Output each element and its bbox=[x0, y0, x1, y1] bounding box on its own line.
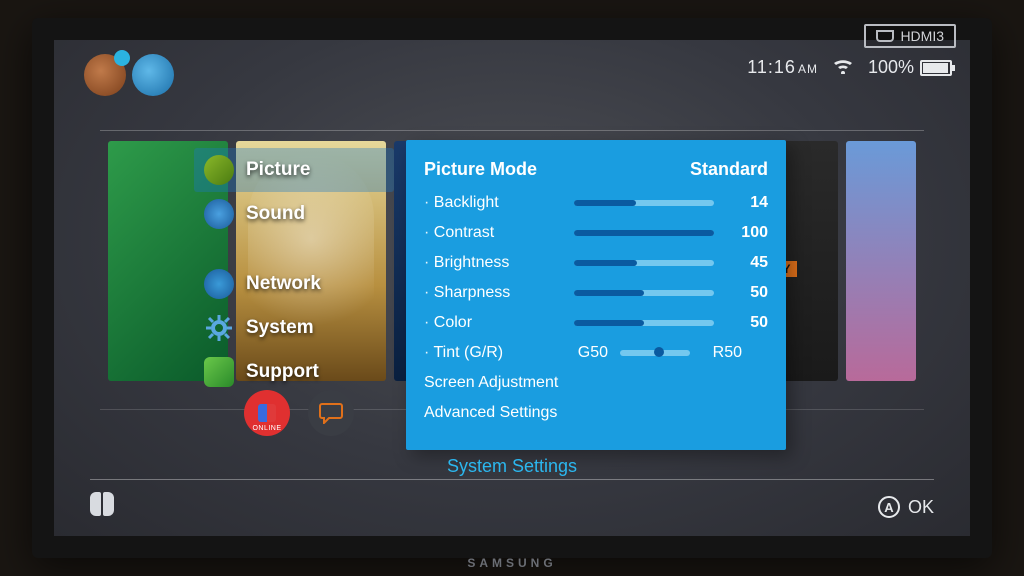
slider-row-color[interactable]: Color 50 bbox=[424, 308, 768, 338]
clock: 11:16AM bbox=[747, 57, 818, 78]
sidebar-item-label: Support bbox=[246, 361, 319, 383]
home-topbar: 11:16AM 100% bbox=[54, 54, 970, 102]
sidebar-item-picture[interactable]: Picture bbox=[194, 148, 394, 192]
slider-backlight[interactable] bbox=[574, 200, 714, 206]
hdmi-plug-icon bbox=[876, 30, 894, 42]
support-icon bbox=[204, 357, 234, 387]
sidebar-item-network[interactable]: Network bbox=[194, 262, 394, 306]
battery-indicator: 100% bbox=[868, 57, 952, 78]
tv-brand-label: SAMSUNG bbox=[467, 556, 556, 570]
wifi-icon bbox=[832, 56, 854, 79]
picture-mode-value: Standard bbox=[690, 159, 768, 180]
tv-menu-sidebar: Picture Sound Network System Support bbox=[194, 148, 394, 394]
slider-tint[interactable] bbox=[620, 350, 690, 356]
link-screen-adjustment[interactable]: Screen Adjustment bbox=[424, 368, 768, 398]
slider-contrast[interactable] bbox=[574, 230, 714, 236]
battery-percent: 100% bbox=[868, 57, 914, 78]
sidebar-item-system[interactable]: System bbox=[194, 306, 394, 350]
controller-icon bbox=[90, 492, 114, 516]
user-avatar-1[interactable] bbox=[84, 54, 126, 96]
gear-icon bbox=[204, 313, 234, 343]
user-avatar-2[interactable] bbox=[132, 54, 174, 96]
chat-icon bbox=[319, 402, 343, 424]
sidebar-item-label: Network bbox=[246, 273, 321, 295]
focused-tile-caption: System Settings bbox=[54, 456, 970, 477]
slider-row-backlight[interactable]: Backlight 14 bbox=[424, 188, 768, 218]
picture-settings-panel: Picture Mode Standard Backlight 14 Contr… bbox=[406, 140, 786, 450]
slider-row-contrast[interactable]: Contrast 100 bbox=[424, 218, 768, 248]
tv-input-label: HDMI3 bbox=[900, 28, 944, 44]
tv-input-badge: HDMI3 bbox=[864, 24, 956, 48]
sidebar-item-sound[interactable]: Sound bbox=[194, 192, 394, 236]
slider-color[interactable] bbox=[574, 320, 714, 326]
slider-row-brightness[interactable]: Brightness 45 bbox=[424, 248, 768, 278]
a-button-icon: A bbox=[878, 496, 900, 518]
divider bbox=[90, 479, 934, 480]
battery-icon bbox=[920, 60, 952, 76]
picture-mode-label: Picture Mode bbox=[424, 159, 537, 180]
slider-row-tint[interactable]: Tint (G/R) G50 R50 bbox=[424, 338, 768, 368]
network-icon bbox=[204, 269, 234, 299]
picture-icon bbox=[204, 155, 234, 185]
game-tile[interactable] bbox=[846, 141, 916, 381]
sound-icon bbox=[204, 199, 234, 229]
slider-row-sharpness[interactable]: Sharpness 50 bbox=[424, 278, 768, 308]
link-advanced-settings[interactable]: Advanced Settings bbox=[424, 398, 768, 428]
sidebar-item-label: System bbox=[246, 317, 314, 339]
dock-online-button[interactable]: ONLINE bbox=[244, 390, 290, 436]
slider-sharpness[interactable] bbox=[574, 290, 714, 296]
sidebar-item-label: Sound bbox=[246, 203, 305, 225]
sidebar-item-support[interactable]: Support bbox=[194, 350, 394, 394]
slider-brightness[interactable] bbox=[574, 260, 714, 266]
hint-ok: A OK bbox=[878, 496, 934, 518]
sidebar-item-label: Picture bbox=[246, 159, 310, 181]
dock-news-button[interactable] bbox=[308, 390, 354, 436]
notification-badge-icon bbox=[114, 50, 130, 66]
picture-mode-row[interactable]: Picture Mode Standard bbox=[424, 154, 768, 184]
ok-label: OK bbox=[908, 497, 934, 518]
